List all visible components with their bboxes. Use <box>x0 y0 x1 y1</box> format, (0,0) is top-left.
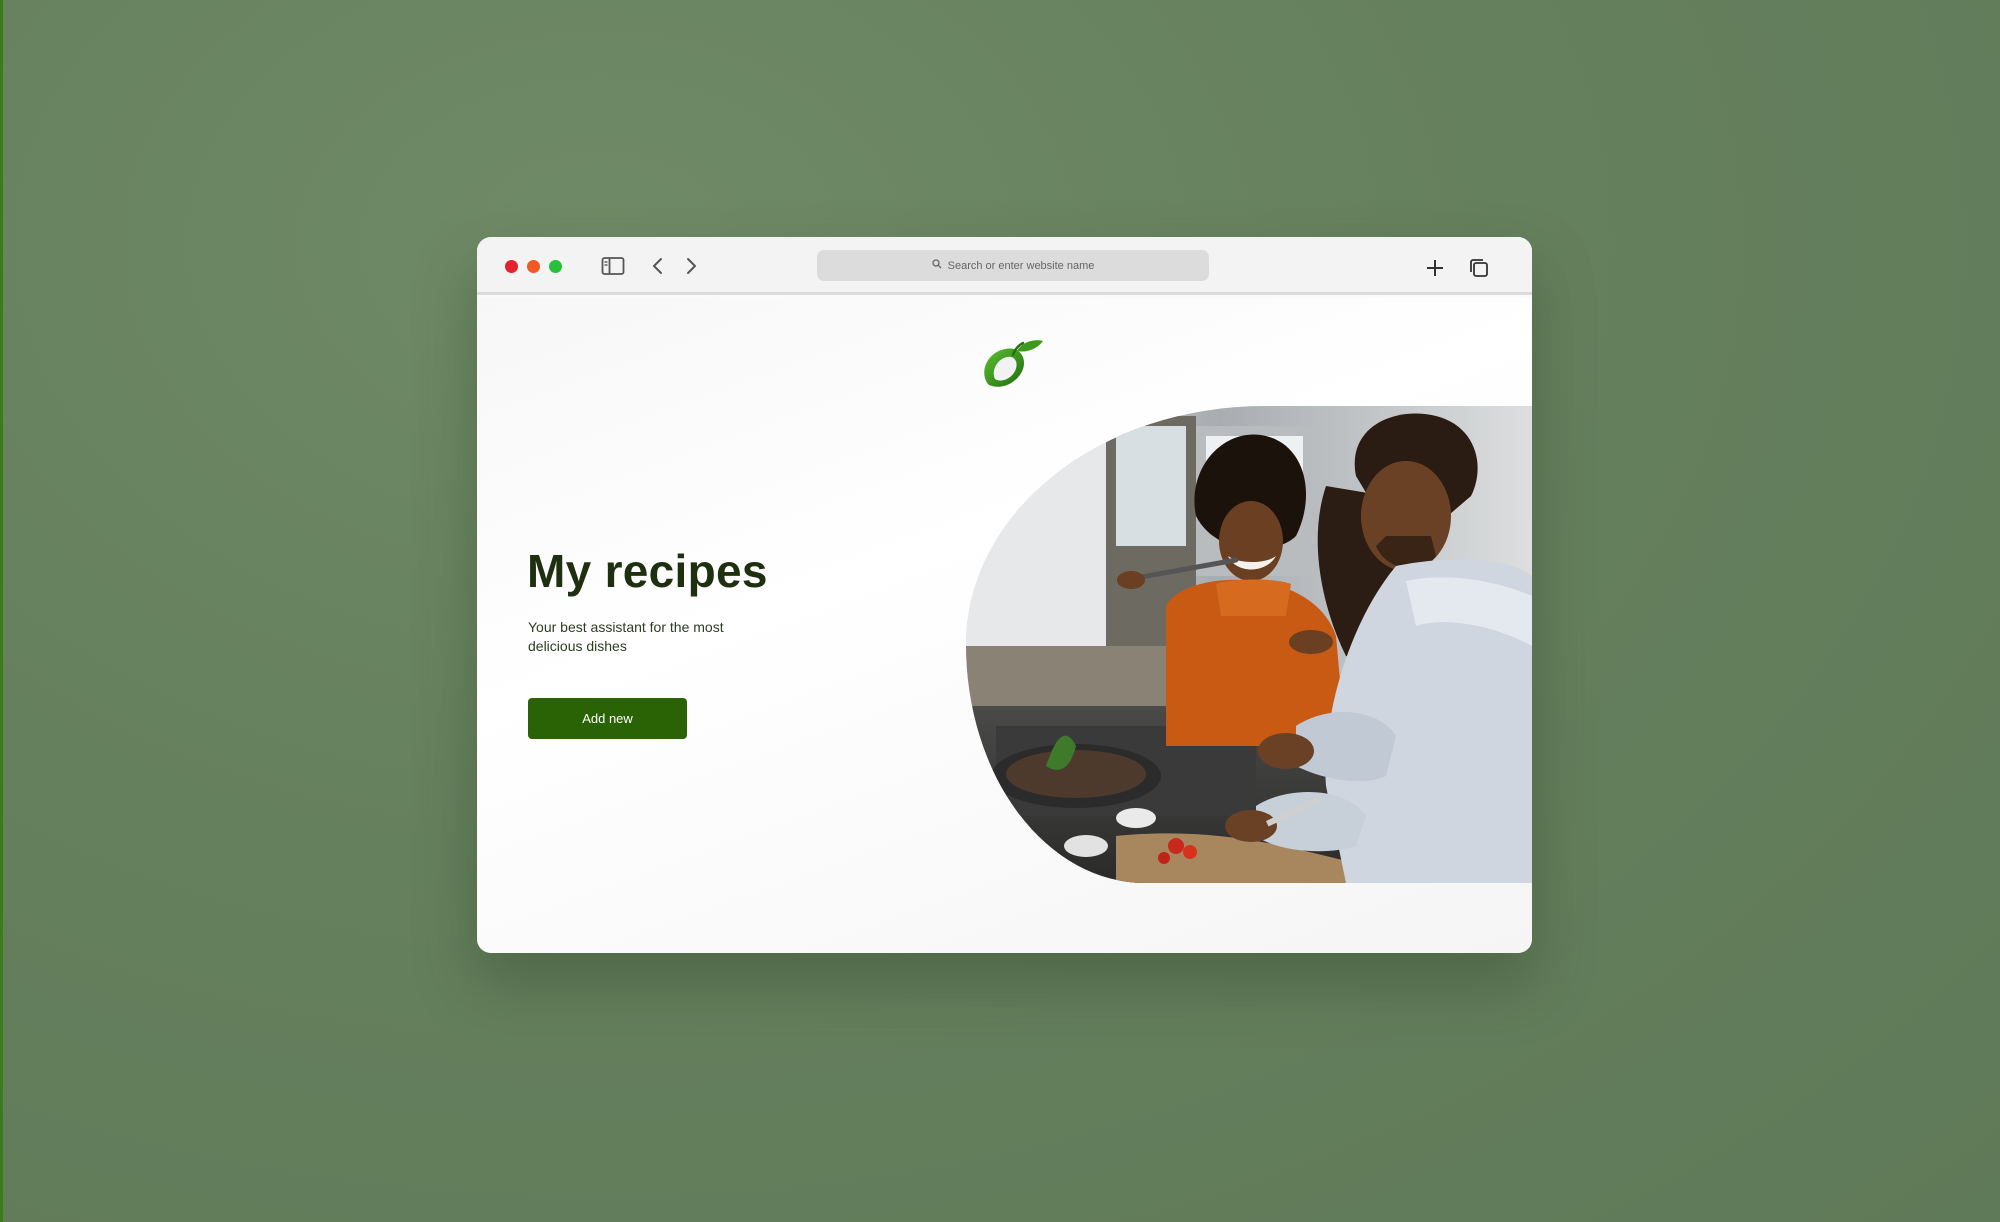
left-edge-accent <box>0 0 3 1222</box>
minimize-window-button[interactable] <box>527 260 540 273</box>
address-bar[interactable]: Search or enter website name <box>817 250 1209 281</box>
leaf-logo-icon[interactable] <box>977 335 1047 391</box>
page-content: My recipes Your best assistant for the m… <box>477 298 1532 953</box>
plus-icon[interactable] <box>1421 255 1449 281</box>
close-window-button[interactable] <box>505 260 518 273</box>
sidebar-icon[interactable] <box>599 253 627 279</box>
address-placeholder: Search or enter website name <box>947 259 1095 272</box>
chevron-left-icon[interactable] <box>647 253 669 279</box>
add-new-button[interactable]: Add new <box>528 698 687 739</box>
search-icon <box>931 259 942 272</box>
hero-photo <box>966 406 1532 883</box>
browser-toolbar: Search or enter website name <box>477 237 1532 295</box>
maximize-window-button[interactable] <box>549 260 562 273</box>
chevron-right-icon[interactable] <box>680 253 702 279</box>
browser-window: Search or enter website name My recipes … <box>477 237 1532 953</box>
page-subtitle: Your best assistant for the most delicio… <box>528 619 724 654</box>
page-title: My recipes <box>527 545 768 597</box>
tabs-icon[interactable] <box>1465 255 1493 281</box>
